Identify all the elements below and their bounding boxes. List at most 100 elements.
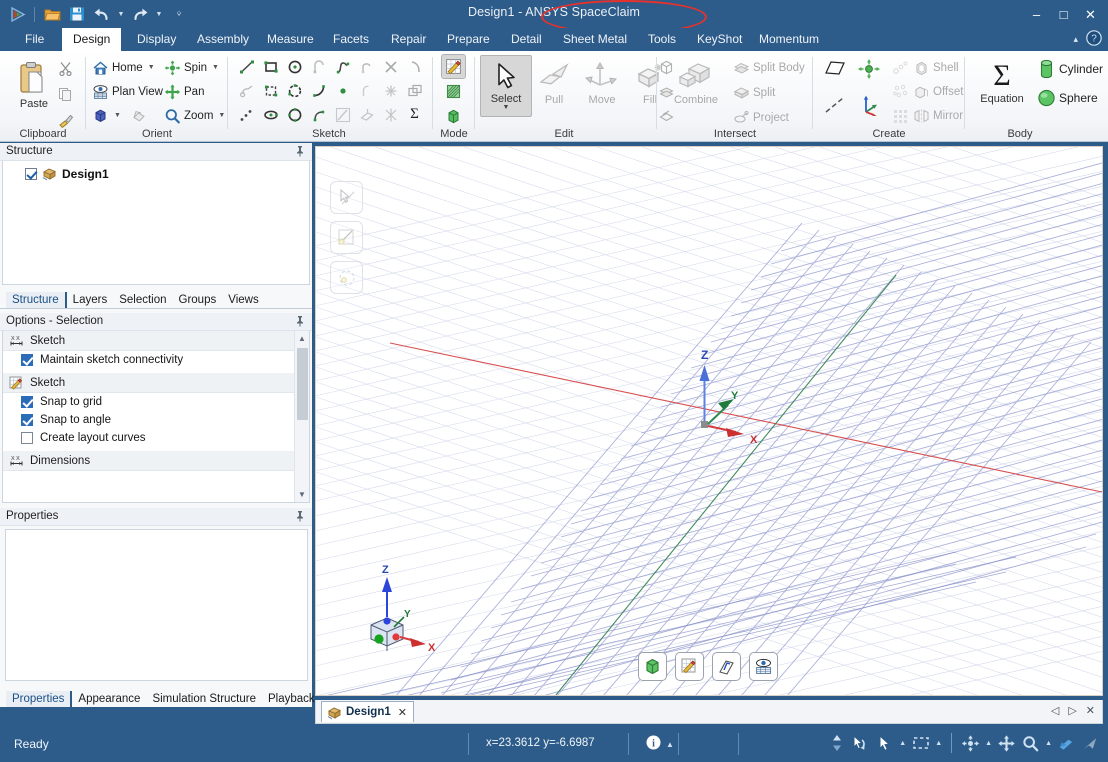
axis-icon[interactable] [821,93,849,117]
pin-icon[interactable] [295,510,305,525]
sketch-trim-icon[interactable] [379,55,402,78]
checkbox[interactable] [21,396,33,408]
checkbox[interactable] [21,432,33,444]
tab-selection[interactable]: Selection [113,292,172,308]
pin-icon[interactable] [295,315,305,330]
close-button[interactable]: ✕ [1077,4,1104,25]
fill-pattern-icon[interactable] [889,104,912,127]
sketch-circle-icon[interactable] [283,55,306,78]
tab-tools[interactable]: Tools [637,28,687,51]
paste-button[interactable]: Paste [8,57,60,110]
mirror-button[interactable]: Mirror [913,104,963,127]
option-maintain-sketch-connectivity[interactable]: Maintain sketch connectivity [3,351,309,369]
sketch-mode-icon[interactable] [441,54,466,79]
minimize-button[interactable]: – [1023,4,1050,25]
sketch-rectangle-icon[interactable] [259,55,282,78]
project-button[interactable]: Project [733,106,805,129]
select-back-icon[interactable] [851,732,870,754]
point-origin-icon[interactable] [855,56,883,82]
tab-keyshot[interactable]: KeyShot [686,28,753,51]
zoom-icon[interactable] [1021,732,1040,754]
home-dropdown-icon[interactable]: ▼ [148,64,155,71]
sketch-mode-button[interactable] [675,652,704,681]
info-button[interactable]: i ▲ [646,735,674,753]
3d-mode-icon[interactable] [442,105,465,128]
spin-step-icon[interactable] [827,732,846,754]
option-create-layout-curves[interactable]: Create layout curves [3,429,309,447]
previous-view-icon[interactable] [128,104,151,127]
tree-checkbox[interactable] [25,167,37,180]
zoom-extents-icon[interactable] [1057,732,1076,754]
sketch-dimension-tool-button[interactable] [330,221,363,254]
copy-icon[interactable] [54,83,77,106]
plan-view-button[interactable]: Plan View [92,80,163,103]
tab-detail[interactable]: Detail [500,28,553,51]
zoom-dropdown-icon[interactable]: ▼ [218,112,225,119]
3d-mode-button[interactable] [638,652,667,681]
sketch-arc-3-point-icon[interactable] [355,55,378,78]
scrollbar-thumb[interactable] [297,348,308,420]
checkbox[interactable] [21,354,33,366]
split-button[interactable]: Split [733,81,805,104]
sketch-split-figure-icon[interactable] [379,79,402,102]
circular-pattern-icon[interactable] [889,80,912,103]
select-dropdown-icon[interactable]: ▲ [899,740,906,747]
tab-momentum[interactable]: Momentum [748,28,830,51]
move-button[interactable]: Move [576,57,628,106]
sketch-mode-toggle-icon[interactable] [331,103,354,126]
spin-dropdown-icon[interactable]: ▼ [212,64,219,71]
section-mode-button[interactable] [712,652,741,681]
fly-through-icon[interactable] [1081,732,1100,754]
sketch-create-curve-icon[interactable] [379,103,402,126]
spin-button[interactable]: Spin ▼ [164,56,225,79]
maximize-button[interactable]: □ [1050,4,1077,25]
scroll-down-icon[interactable]: ▼ [295,487,309,502]
scroll-up-icon[interactable]: ▲ [295,331,309,346]
options-scrollbar[interactable]: ▲ ▼ [294,331,309,502]
zoom-button[interactable]: Zoom ▼ [164,104,225,127]
pan-icon[interactable] [997,732,1016,754]
tab-facets[interactable]: Facets [322,28,380,51]
sphere-button[interactable]: Sphere [1037,86,1103,109]
tab-close-icon[interactable]: ✕ [1086,704,1095,717]
sketch-spline-icon[interactable] [331,55,354,78]
tab-display[interactable]: Display [126,28,187,51]
view-style-button[interactable]: ▼ [92,104,163,127]
sketch-line-icon[interactable] [235,55,258,78]
sketch-offset-curve-icon[interactable] [403,79,426,102]
linear-pattern-icon[interactable] [889,56,912,79]
properties-content[interactable] [5,529,308,681]
split-body-button[interactable]: Split Body [733,56,805,79]
tab-repair[interactable]: Repair [380,28,437,51]
help-icon[interactable]: ? [1086,30,1102,49]
cut-icon[interactable] [54,57,77,80]
origin-triad-icon[interactable] [855,92,883,118]
tab-simulation-structure[interactable]: Simulation Structure [146,691,262,707]
tree-item-design1[interactable]: Design1 [3,161,309,181]
select-dropdown-icon[interactable]: ▼ [503,104,510,111]
sketch-equation-curve-icon[interactable]: Σ [403,103,426,126]
plan-view-button[interactable] [749,652,778,681]
tab-structure[interactable]: Structure [6,292,67,308]
sketch-tangent-line-icon[interactable] [307,79,330,102]
tab-prev-icon[interactable]: ◁ [1051,704,1059,717]
pan-button[interactable]: Pan [164,80,225,103]
tab-layers[interactable]: Layers [67,292,114,308]
shell-button[interactable]: Shell [913,56,963,79]
3d-viewport[interactable]: Z Y X Z Y X [315,146,1103,696]
tab-appearance[interactable]: Appearance [72,691,146,707]
equation-button[interactable]: Σ Equation [973,57,1031,106]
tab-file[interactable]: File [14,28,55,51]
checkbox[interactable] [21,414,33,426]
close-icon[interactable]: ✕ [398,706,407,719]
select-button[interactable]: Select ▼ [480,55,532,117]
tab-views[interactable]: Views [222,292,264,308]
tab-measure[interactable]: Measure [256,28,325,51]
tab-next-icon[interactable]: ▷ [1068,704,1076,717]
select-arrow-icon[interactable] [875,732,894,754]
sketch-curve-icon[interactable] [307,103,330,126]
select-sketch-tool-button[interactable] [330,181,363,214]
spin-icon[interactable] [961,732,980,754]
sketch-point-icon[interactable] [331,79,354,102]
tab-prepare[interactable]: Prepare [436,28,501,51]
